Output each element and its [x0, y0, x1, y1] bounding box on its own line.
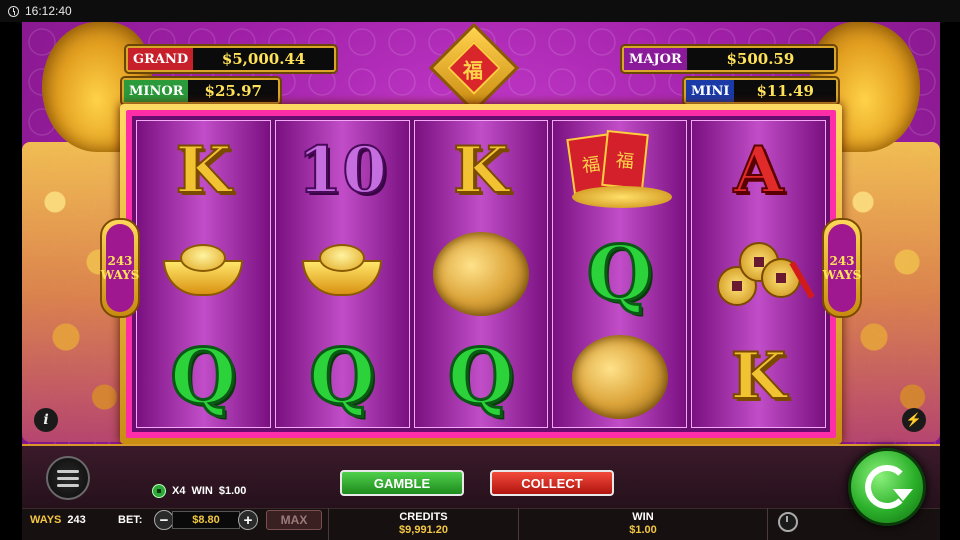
- bet-decrease-button[interactable]: −: [154, 510, 174, 530]
- reel-cell: [415, 224, 548, 323]
- collect-button[interactable]: COLLECT: [490, 470, 614, 496]
- reel-cell: 福福: [553, 121, 686, 220]
- symbol-q: Q: [585, 228, 654, 318]
- phoenix-symbol: [571, 335, 668, 420]
- jackpot-minor: MINOR $25.97: [122, 78, 280, 104]
- menu-line: [57, 476, 79, 480]
- reel-3: KQ: [413, 120, 549, 428]
- coin-pile-icon: [571, 185, 672, 208]
- jackpot-grand-label: GRAND: [128, 48, 194, 70]
- win-readout: WIN $1.00: [518, 508, 768, 540]
- symbol-k: K: [730, 339, 788, 415]
- history-icon[interactable]: [778, 512, 798, 532]
- jackpot-major-value: $500.59: [726, 50, 795, 68]
- status-time: 16:12:40: [25, 4, 72, 18]
- symbol-k: K: [175, 132, 233, 208]
- reel-cell: [692, 224, 825, 323]
- menu-button[interactable]: [46, 456, 90, 500]
- jackpot-mini: MINI $11.49: [684, 78, 838, 104]
- jackpot-mini-value: $11.49: [756, 82, 814, 100]
- reel-cell: Q: [553, 224, 686, 323]
- spin-arrow-icon: [865, 465, 913, 509]
- spin-button[interactable]: [848, 448, 926, 526]
- reel-5: AK: [691, 120, 826, 428]
- reel-grid: K Q 10 Q K Q 福福 Q A K: [132, 116, 830, 432]
- bet-label: BET:: [118, 514, 143, 526]
- ways-badge-right: 243 WAYS: [822, 218, 862, 318]
- reel-cell: Q: [276, 328, 409, 427]
- symbol-q: Q: [446, 332, 515, 422]
- info-icon[interactable]: i: [34, 408, 58, 432]
- reel-cell: 10: [276, 121, 409, 220]
- win-multiplier: X4: [172, 485, 186, 497]
- ways-badge-left: 243 WAYS: [100, 218, 140, 318]
- max-bet-button[interactable]: MAX: [266, 510, 322, 530]
- reel-4: 福福 Q: [552, 120, 688, 428]
- win-line-info: X4 WIN $1.00: [152, 484, 246, 498]
- gold-ingot-symbol: [158, 243, 248, 304]
- turbo-icon[interactable]: ⚡: [902, 408, 926, 432]
- reel-cell: K: [692, 328, 825, 427]
- symbol-q: Q: [308, 332, 377, 422]
- reel-2: 10 Q: [274, 120, 410, 428]
- credits-value: $9,991.20: [399, 524, 448, 536]
- slot-game: 福 GRAND $5,000.44 MINOR $25.97 MAJOR $50…: [22, 22, 940, 540]
- ways-value: 243: [67, 514, 86, 526]
- credits-label: CREDITS: [399, 511, 448, 524]
- reel-cell: Q: [415, 328, 548, 427]
- crest-glyph: 福: [462, 58, 483, 83]
- clock-icon: [8, 5, 19, 17]
- menu-line: [57, 469, 79, 473]
- fortune-crest: 福: [428, 22, 520, 114]
- symbol-q: Q: [169, 332, 238, 422]
- jackpot-major: MAJOR $500.59: [622, 46, 836, 72]
- status-bar: 16:12:40: [0, 0, 960, 22]
- symbol-a: A: [733, 132, 785, 208]
- bet-increase-button[interactable]: +: [238, 510, 258, 530]
- lucky-coins-symbol: [713, 236, 815, 312]
- reel-cell: Q: [137, 328, 270, 427]
- reel-cell: [137, 224, 270, 323]
- symbol-k: K: [452, 132, 510, 208]
- win-total-label: WIN: [632, 511, 654, 524]
- gold-ingot-symbol: [297, 243, 387, 304]
- win-amount: $1.00: [218, 485, 247, 497]
- reel-cell: K: [137, 121, 270, 220]
- envelope-icon: 福: [600, 129, 649, 190]
- jackpot-minor-value: $25.97: [204, 82, 262, 100]
- jackpot-major-label: MAJOR: [624, 48, 687, 70]
- reel-frame: K Q 10 Q K Q 福福 Q A K: [120, 104, 842, 444]
- menu-line: [57, 483, 79, 487]
- credits-readout: CREDITS $9,991.20: [328, 508, 518, 540]
- phoenix-symbol: [432, 231, 529, 316]
- reel-cell: [553, 328, 686, 427]
- jackpot-grand: GRAND $5,000.44: [126, 46, 336, 72]
- ways-badge-text: 243 WAYS: [823, 224, 861, 312]
- ways-label: WAYS: [30, 514, 62, 526]
- reel-cell: [276, 224, 409, 323]
- reel-1: KQ: [136, 120, 271, 428]
- symbol-10: 10: [297, 132, 388, 208]
- ways-badge-text: 243 WAYS: [101, 224, 139, 312]
- ways-readout: WAYS 243: [30, 514, 86, 526]
- win-label: WIN: [191, 485, 213, 497]
- red-envelope-symbol: 福福: [560, 128, 680, 214]
- jackpot-minor-label: MINOR: [124, 80, 189, 102]
- coin-icon: [152, 484, 166, 498]
- gamble-button[interactable]: GAMBLE: [340, 470, 464, 496]
- jackpot-grand-value: $5,000.44: [221, 50, 306, 68]
- bet-value: $8.80: [172, 511, 240, 529]
- jackpot-mini-label: MINI: [686, 80, 735, 102]
- reel-cell: K: [415, 121, 548, 220]
- reel-cell: A: [692, 121, 825, 220]
- win-total-value: $1.00: [629, 524, 657, 536]
